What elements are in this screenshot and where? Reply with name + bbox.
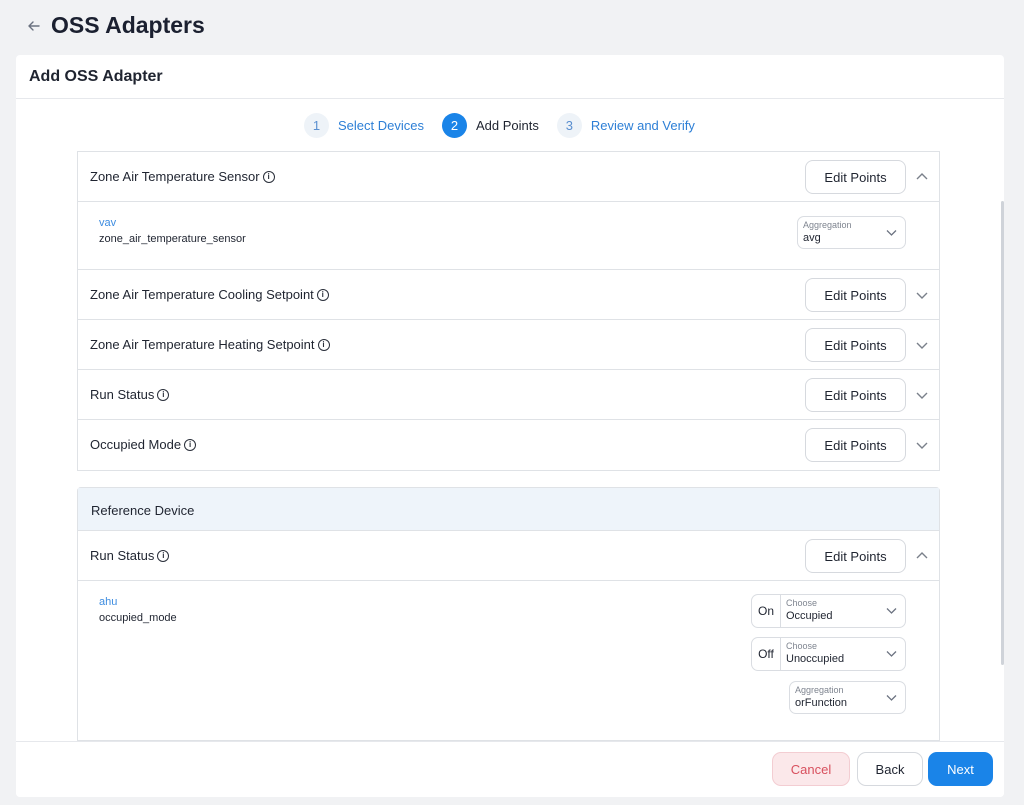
- on-state-label: On: [751, 594, 781, 628]
- select-label: Choose: [786, 641, 818, 651]
- step-number: 3: [556, 112, 582, 138]
- chevron-down-icon: [885, 604, 898, 617]
- chevron-down-icon: [885, 691, 898, 704]
- point-row-label: Occupied Mode: [90, 437, 182, 452]
- device-type: ahu: [99, 596, 118, 608]
- footer-actions: Cancel Back Next: [16, 741, 1004, 797]
- step-label: Select Devices: [338, 117, 424, 133]
- info-icon[interactable]: i: [184, 438, 197, 451]
- chevron-up-icon[interactable]: [914, 169, 930, 185]
- step-number: 2: [441, 112, 467, 138]
- select-value: Occupied: [786, 610, 833, 622]
- step-number: 1: [304, 112, 329, 138]
- reference-device-title: Reference Device: [91, 503, 195, 518]
- select-value: Unoccupied: [786, 653, 845, 665]
- info-icon[interactable]: i: [316, 288, 329, 301]
- info-icon[interactable]: i: [262, 170, 275, 183]
- card-title: Add OSS Adapter: [29, 68, 163, 85]
- info-icon[interactable]: i: [157, 388, 170, 401]
- aggregation-select[interactable]: Aggregation orFunction: [789, 681, 906, 714]
- divider: [16, 98, 1004, 99]
- points-panel: Zone Air Temperature Sensor i Edit Points…: [77, 151, 940, 471]
- select-label: Choose: [786, 598, 818, 608]
- step-review-verify[interactable]: 3 Review and Verify: [556, 112, 695, 138]
- points-scroll-area[interactable]: Zone Air Temperature Sensor i Edit Points…: [16, 151, 1004, 741]
- chevron-up-icon[interactable]: [914, 548, 930, 564]
- edit-points-button[interactable]: Edit Points: [805, 278, 906, 312]
- page-header: OSS Adapters: [0, 0, 1024, 54]
- point-row-occupied-mode: Occupied Mode i Edit Points: [78, 420, 939, 470]
- back-button[interactable]: Back: [857, 752, 923, 786]
- point-row-run-status: Run Status i Edit Points: [78, 370, 939, 420]
- device-type: vav: [99, 217, 117, 229]
- select-label: Aggregation: [795, 685, 844, 695]
- chevron-down-icon[interactable]: [914, 437, 930, 453]
- point-row-cooling-setpoint: Zone Air Temperature Cooling Setpoint i E…: [78, 270, 939, 320]
- reference-device-header: Reference Device: [78, 488, 939, 531]
- reference-row-run-status: Run Status i Edit Points: [78, 531, 939, 581]
- add-adapter-card: Add OSS Adapter 1 Select Devices 2 Add P…: [16, 55, 1004, 797]
- on-state-select[interactable]: Choose Occupied: [780, 594, 906, 628]
- cancel-button[interactable]: Cancel: [772, 752, 850, 786]
- step-label: Review and Verify: [590, 117, 695, 133]
- stepper: 1 Select Devices 2 Add Points 3 Review a…: [304, 112, 713, 138]
- edit-points-button[interactable]: Edit Points: [805, 160, 906, 194]
- info-icon[interactable]: i: [157, 549, 170, 562]
- step-add-points[interactable]: 2 Add Points: [441, 112, 539, 138]
- edit-points-button[interactable]: Edit Points: [805, 428, 906, 462]
- off-state-select[interactable]: Choose Unoccupied: [780, 637, 906, 671]
- back-arrow-icon[interactable]: [24, 16, 44, 36]
- page-title: OSS Adapters: [51, 12, 205, 38]
- point-row-zone-air-temperature-sensor: Zone Air Temperature Sensor i Edit Points: [78, 152, 939, 202]
- point-row-label: Zone Air Temperature Heating Setpoint: [90, 337, 315, 352]
- next-button[interactable]: Next: [928, 752, 993, 786]
- chevron-down-icon[interactable]: [914, 387, 930, 403]
- chevron-down-icon[interactable]: [914, 287, 930, 303]
- select-value: avg: [803, 232, 821, 244]
- off-state-label: Off: [751, 637, 781, 671]
- aggregation-select[interactable]: Aggregation avg: [797, 216, 906, 249]
- chevron-down-icon[interactable]: [914, 337, 930, 353]
- point-row-label: Zone Air Temperature Cooling Setpoint: [90, 287, 314, 302]
- point-row-label: Run Status: [90, 548, 155, 563]
- reference-device-panel: Reference Device Run Status i Edit Points…: [77, 487, 940, 741]
- step-select-devices[interactable]: 1 Select Devices: [304, 112, 424, 138]
- edit-points-button[interactable]: Edit Points: [805, 328, 906, 362]
- edit-points-button[interactable]: Edit Points: [805, 539, 906, 573]
- chevron-down-icon: [885, 226, 898, 239]
- point-row-label: Run Status: [90, 387, 155, 402]
- edit-points-button[interactable]: Edit Points: [805, 378, 906, 412]
- point-row-heating-setpoint: Zone Air Temperature Heating Setpoint i E…: [78, 320, 939, 370]
- scrollbar[interactable]: [1001, 201, 1004, 665]
- select-label: Aggregation: [803, 220, 852, 230]
- reference-detail: ahu occupied_mode On Choose Occupied Off…: [78, 581, 939, 741]
- step-label: Add Points: [475, 117, 539, 133]
- point-name: occupied_mode: [99, 612, 177, 624]
- chevron-down-icon: [885, 647, 898, 660]
- info-icon[interactable]: i: [317, 338, 330, 351]
- select-value: orFunction: [795, 697, 847, 709]
- point-row-label: Zone Air Temperature Sensor: [90, 169, 260, 184]
- point-detail: vav zone_air_temperature_sensor Aggregat…: [78, 202, 939, 270]
- point-name: zone_air_temperature_sensor: [99, 233, 246, 245]
